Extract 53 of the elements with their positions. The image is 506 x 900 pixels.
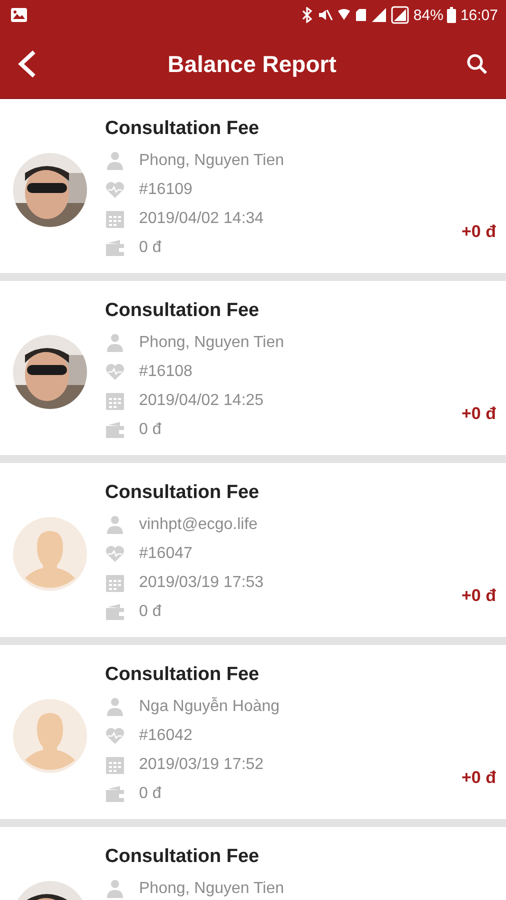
balance-value: 0 đ — [139, 602, 162, 622]
mute-icon — [317, 7, 334, 23]
entry-title: Consultation Fee — [105, 118, 260, 141]
date-time: 2019/03/19 17:53 — [139, 572, 264, 592]
amount: +0 đ — [462, 404, 496, 424]
date-time: 2019/04/02 14:34 — [139, 208, 264, 228]
calendar-icon — [105, 572, 125, 592]
balance-value: 0 đ — [139, 784, 162, 804]
calendar-icon — [105, 390, 125, 410]
bluetooth-icon — [301, 7, 314, 23]
doctor-icon — [105, 150, 125, 170]
battery-level: 84% — [413, 6, 444, 24]
wallet-icon — [105, 602, 125, 622]
heartbeat-icon — [105, 362, 125, 382]
patient-name: Phong, Nguyen Tien — [139, 150, 284, 170]
amount: +0 đ — [462, 222, 496, 242]
sim-icon — [355, 7, 368, 23]
doctor-icon — [105, 878, 125, 898]
signal-icon — [391, 6, 410, 24]
date-time: 2019/04/02 14:25 — [139, 390, 264, 410]
doctor-icon — [105, 514, 125, 534]
entry-title: Consultation Fee — [105, 482, 260, 505]
amount: +0 đ — [462, 586, 496, 606]
heartbeat-icon — [105, 544, 125, 564]
signal-icon — [371, 7, 388, 23]
wallet-icon — [105, 784, 125, 804]
patient-name: Phong, Nguyen Tien — [139, 878, 284, 898]
doctor-icon — [105, 696, 125, 716]
heartbeat-icon — [105, 180, 125, 200]
wallet-icon — [105, 420, 125, 440]
wallet-icon — [105, 238, 125, 258]
patient-name: vinhpt@ecgo.life — [139, 514, 258, 534]
calendar-icon — [105, 208, 125, 228]
entry-title: Consultation Fee — [105, 846, 260, 869]
entry-title: Consultation Fee — [105, 300, 260, 323]
calendar-icon — [105, 754, 125, 774]
heartbeat-icon — [105, 726, 125, 746]
patient-name: Nga Nguyễn Hoàng — [139, 696, 280, 716]
balance-value: 0 đ — [139, 238, 162, 258]
doctor-icon — [105, 332, 125, 352]
amount: +0 đ — [462, 768, 496, 788]
record-number: #16108 — [139, 362, 192, 382]
balance-value: 0 đ — [139, 420, 162, 440]
clock: 16:07 — [460, 6, 498, 24]
battery-icon — [447, 7, 456, 23]
record-number: #16047 — [139, 544, 192, 564]
patient-name: Phong, Nguyen Tien — [139, 332, 284, 352]
record-number: #16042 — [139, 726, 192, 746]
date-time: 2019/03/19 17:52 — [139, 754, 264, 774]
record-number: #16109 — [139, 180, 192, 200]
entry-title: Consultation Fee — [105, 664, 260, 687]
screen-title: Balance Report — [168, 50, 336, 78]
image-icon — [10, 7, 28, 23]
